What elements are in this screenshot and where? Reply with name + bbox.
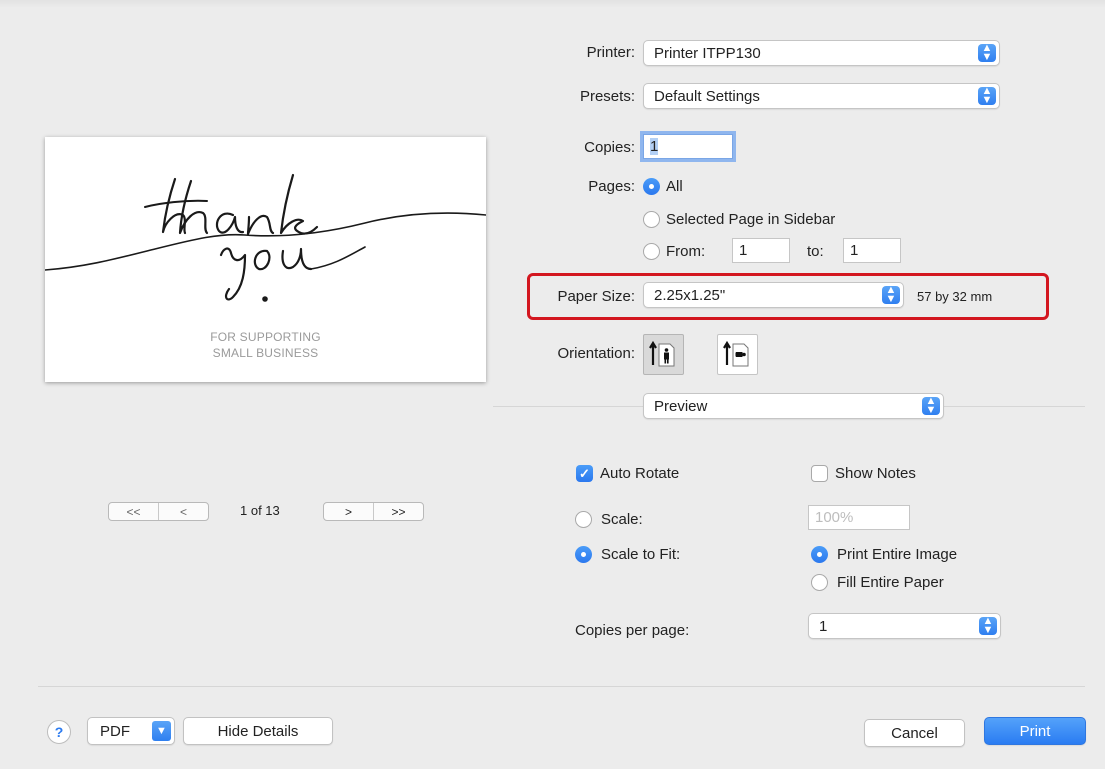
pages-all-radio[interactable]: [643, 178, 660, 195]
copies-per-page-label: Copies per page:: [575, 622, 690, 639]
pages-label: Pages:: [588, 178, 635, 195]
popup-arrows-icon: ▲ ▼: [922, 396, 940, 416]
paper-size-popup[interactable]: 2.25x1.25" ▲ ▼: [643, 282, 904, 308]
help-button[interactable]: ?: [47, 720, 71, 744]
pages-from-radio[interactable]: [643, 243, 660, 260]
auto-rotate-checkbox[interactable]: ✓: [576, 465, 593, 482]
pages-selected-radio[interactable]: [643, 211, 660, 228]
pages-from-field[interactable]: 1: [732, 238, 790, 263]
card-text-line-2: SMALL BUSINESS: [212, 346, 319, 360]
printer-value: Printer ITPP130: [654, 45, 761, 62]
print-entire-image-radio[interactable]: [811, 546, 828, 563]
paper-size-dimensions: 57 by 32 mm: [917, 289, 993, 304]
previous-page-button[interactable]: <: [158, 503, 208, 520]
chevron-down-icon: ▼: [152, 721, 171, 741]
paper-size-value: 2.25x1.25": [654, 287, 726, 304]
scale-to-fit-radio[interactable]: [575, 546, 592, 563]
card-text-line-1: FOR SUPPORTING: [210, 330, 321, 344]
auto-rotate-label: Auto Rotate: [600, 465, 680, 482]
pager-forward-group: > >>: [323, 502, 424, 521]
pages-selected-label: Selected Page in Sidebar: [666, 211, 836, 228]
orientation-portrait-button[interactable]: [643, 334, 684, 375]
orientation-landscape-button[interactable]: [717, 334, 758, 375]
pages-all-label: All: [666, 178, 683, 195]
orientation-label: Orientation:: [557, 345, 635, 362]
scale-radio[interactable]: [575, 511, 592, 528]
page-indicator: 1 of 13: [240, 503, 280, 518]
window-top-edge: [0, 0, 1105, 8]
first-page-button[interactable]: <<: [109, 503, 158, 520]
pages-to-field[interactable]: 1: [843, 238, 901, 263]
popup-arrows-icon: ▲ ▼: [882, 285, 900, 305]
scale-to-fit-label: Scale to Fit:: [601, 546, 681, 563]
cancel-button[interactable]: Cancel: [864, 719, 965, 747]
paper-size-label: Paper Size:: [557, 288, 635, 305]
printer-popup[interactable]: Printer ITPP130 ▲ ▼: [643, 40, 1000, 66]
last-page-button[interactable]: >>: [373, 503, 423, 520]
print-entire-image-label: Print Entire Image: [837, 546, 958, 563]
pages-from-label: From:: [666, 243, 706, 260]
copies-field[interactable]: 1: [643, 134, 733, 159]
scale-label: Scale:: [601, 511, 643, 528]
landscape-orientation-icon: [723, 340, 749, 367]
presets-label: Presets:: [579, 88, 635, 105]
hide-details-button[interactable]: Hide Details: [183, 717, 333, 745]
fill-entire-paper-radio[interactable]: [811, 574, 828, 591]
print-button[interactable]: Print: [984, 717, 1086, 745]
printer-label: Printer:: [586, 44, 635, 61]
pdf-label: PDF: [100, 722, 130, 740]
scale-percent-field[interactable]: 100%: [808, 505, 910, 530]
popup-arrows-icon: ▲ ▼: [978, 43, 996, 63]
show-notes-label: Show Notes: [835, 465, 916, 482]
section-popup-value: Preview: [654, 398, 708, 415]
section-popup[interactable]: Preview ▲ ▼: [643, 393, 944, 419]
copies-label: Copies:: [584, 139, 635, 156]
presets-popup[interactable]: Default Settings ▲ ▼: [643, 83, 1000, 109]
show-notes-checkbox[interactable]: [811, 465, 828, 482]
popup-arrows-icon: ▲ ▼: [979, 616, 997, 636]
next-page-button[interactable]: >: [324, 503, 373, 520]
page-preview: FOR SUPPORTING SMALL BUSINESS: [45, 137, 486, 382]
pages-to-label: to:: [807, 243, 824, 260]
presets-value: Default Settings: [654, 88, 760, 105]
fill-entire-paper-label: Fill Entire Paper: [837, 574, 944, 591]
pdf-menu-button[interactable]: PDF ▼: [87, 717, 175, 745]
copies-value: 1: [650, 138, 659, 155]
pager-back-group: << <: [108, 502, 209, 521]
popup-arrows-icon: ▲ ▼: [978, 86, 996, 106]
portrait-orientation-icon: [649, 340, 675, 367]
copies-per-page-popup[interactable]: 1 ▲ ▼: [808, 613, 1001, 639]
footer-divider: [38, 686, 1085, 687]
copies-per-page-value: 1: [819, 618, 828, 635]
